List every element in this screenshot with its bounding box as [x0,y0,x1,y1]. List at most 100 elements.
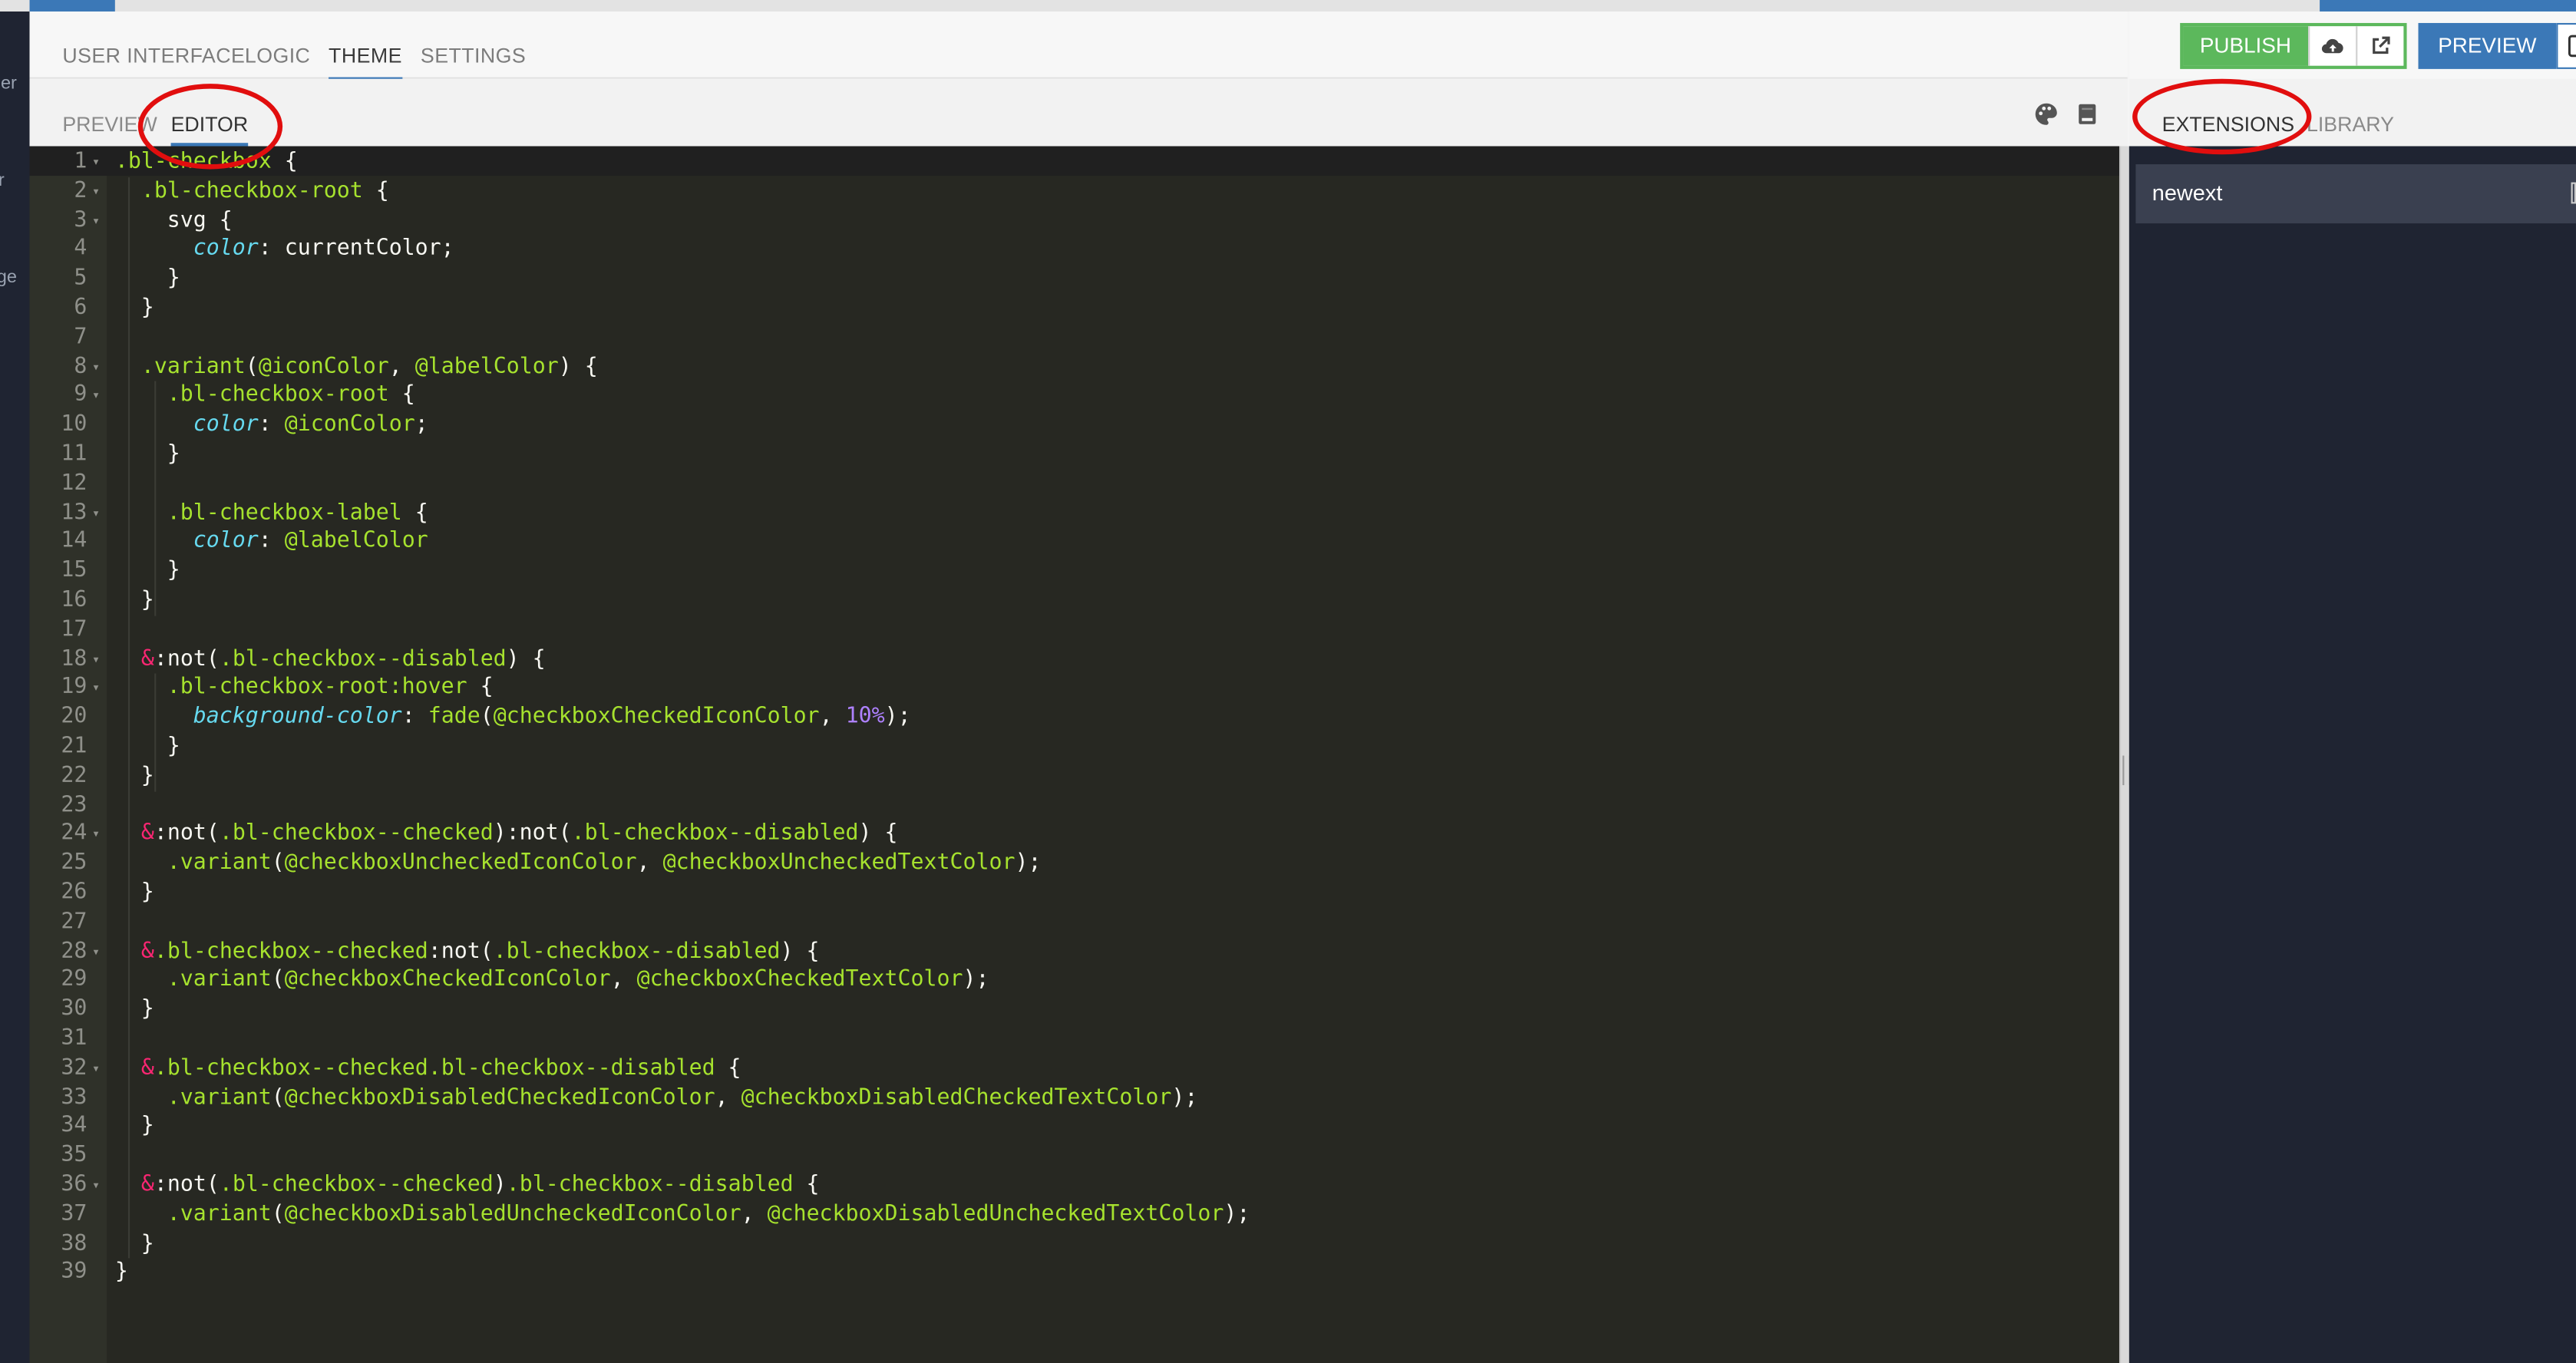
code-line[interactable]: 15 } [30,557,2119,586]
tab-extensions[interactable]: EXTENSIONS [2162,114,2294,137]
subtab-editor[interactable]: EDITOR [170,114,249,147]
publish-button[interactable]: PUBLISH [2183,26,2308,66]
subtab-preview[interactable]: PREVIEW [62,114,157,137]
code-line[interactable]: 24 ▾ &:not(.bl-checkbox--checked):not(.bl… [30,820,2119,850]
line-number: 37 [61,1202,88,1227]
tab-user-interface[interactable]: USER INTERFACE [62,45,245,68]
mobile-device-icon[interactable] [2556,22,2576,69]
extensions-panel [2129,146,2576,1363]
fold-toggle-icon[interactable]: ▾ [92,381,100,411]
code-text: .variant(@iconColor, @labelColor) { [140,354,598,379]
code-editor[interactable]: 1 ▾ .bl-checkbox {2 ▾ .bl-checkbox-root {3 ▾… [29,146,2119,1363]
code-line[interactable]: 2 ▾ .bl-checkbox-root { [30,177,2119,206]
preview-button[interactable]: PREVIEW [2418,22,2557,69]
code-line[interactable]: 19 ▾ .bl-checkbox-root:hover { [30,674,2119,703]
code-line[interactable]: 25 .variant(@checkboxUncheckedIconColor,… [30,850,2119,879]
code-text: .bl-checkbox { [114,149,298,174]
app-root: ler r ge USER INTERFACE LOGIC THEME SETT… [0,0,2576,1363]
line-number: 24 [61,821,88,847]
fold-toggle-icon[interactable]: ▾ [92,177,100,206]
line-number: 9 [74,383,88,408]
line-number: 4 [74,237,88,262]
code-line[interactable]: 26 } [30,879,2119,908]
code-line[interactable]: 39} [30,1259,2119,1288]
palette-icon[interactable] [2034,102,2059,127]
fold-toggle-icon[interactable]: ▾ [92,937,100,966]
fold-toggle-icon[interactable]: ▾ [92,645,100,674]
code-text: } [114,1114,154,1140]
sidebar-fragment[interactable]: ler [0,74,17,94]
code-line[interactable]: 36 ▾ &:not(.bl-checkbox--checked).bl-chec… [30,1171,2119,1200]
code-line[interactable]: 18 ▾ &:not(.bl-checkbox--disabled) { [30,645,2119,674]
code-line[interactable]: 38 } [30,1229,2119,1259]
extension-item-handle-icon[interactable] [2571,182,2576,204]
fold-toggle-icon[interactable]: ▾ [92,1054,100,1084]
code-line[interactable]: 17 [30,615,2119,645]
fold-toggle-icon[interactable]: ▾ [92,352,100,381]
code-text: svg { [114,207,233,233]
cloud-upload-icon[interactable] [2307,26,2356,66]
code-line[interactable]: 3 ▾ svg { [30,206,2119,236]
tab-settings[interactable]: SETTINGS [421,45,526,68]
line-number: 6 [74,295,88,321]
line-number: 26 [61,880,88,906]
external-link-icon[interactable] [2355,26,2403,66]
code-line[interactable]: 20 background-color: fade(@checkboxCheck… [30,703,2119,732]
code-line[interactable]: 12 [30,470,2119,499]
code-line[interactable]: 13 ▾ .bl-checkbox-label { [30,499,2119,528]
code-line[interactable]: 21 } [30,733,2119,762]
tab-logic[interactable]: LOGIC [245,45,310,68]
fold-toggle-icon[interactable]: ▾ [92,820,100,850]
tab-library[interactable]: LIBRARY [2307,114,2394,137]
book-icon[interactable] [2075,102,2099,127]
code-line[interactable]: 9 ▾ .bl-checkbox-root { [30,381,2119,411]
fold-toggle-icon[interactable]: ▾ [92,206,100,236]
line-number: 15 [61,559,88,584]
fold-toggle-icon[interactable]: ▾ [92,148,100,177]
code-line[interactable]: 34 } [30,1113,2119,1142]
fold-toggle-icon[interactable]: ▾ [92,1171,100,1200]
code-line[interactable]: 10 color: @iconColor; [30,411,2119,440]
code-line[interactable]: 6 } [30,294,2119,323]
extension-item[interactable]: newext [2135,164,2576,224]
code-line[interactable]: 11 } [30,441,2119,470]
code-text: } [114,763,154,788]
code-text: .variant(@checkboxCheckedIconColor, @che… [167,968,989,993]
sidebar-fragment[interactable]: r [0,171,5,191]
code-text: .variant(@checkboxDisabledCheckedIconCol… [167,1084,1198,1110]
code-line[interactable]: 14 color: @labelColor [30,528,2119,557]
code-line[interactable]: 28 ▾ &.bl-checkbox--checked:not(.bl-check… [30,937,2119,966]
code-line[interactable]: 33 .variant(@checkboxDisabledCheckedIcon… [30,1084,2119,1113]
code-line[interactable]: 29 .variant(@checkboxCheckedIconColor, @… [30,966,2119,995]
code-text: color: @labelColor [193,530,428,555]
line-number: 39 [61,1260,88,1285]
code-text: .bl-checkbox-root { [140,178,389,203]
line-number: 18 [61,646,88,672]
code-line[interactable]: 35 [30,1142,2119,1171]
code-line[interactable]: 22 } [30,762,2119,791]
code-line[interactable]: 32 ▾ &.bl-checkbox--checked.bl-checkbox--… [30,1054,2119,1084]
tab-theme[interactable]: THEME [329,45,402,81]
code-text: .bl-checkbox-root { [167,383,415,408]
code-text: } [114,441,180,467]
code-text: .variant(@checkboxUncheckedIconColor, @c… [167,851,1042,876]
main-nav: USER INTERFACE LOGIC THEME SETTINGS [29,11,2128,81]
line-number: 2 [74,178,88,203]
code-line[interactable]: 37 .variant(@checkboxDisabledUncheckedIc… [30,1200,2119,1229]
fold-toggle-icon[interactable]: ▾ [92,674,100,703]
code-line[interactable]: 31 [30,1025,2119,1054]
code-line[interactable]: 8 ▾ .variant(@iconColor, @labelColor) { [30,352,2119,381]
sidebar-fragment[interactable]: ge [0,268,17,288]
code-line[interactable]: 27 [30,908,2119,937]
code-line[interactable]: 1 ▾ .bl-checkbox { [30,148,2119,177]
code-line[interactable]: 7 [30,323,2119,352]
code-line[interactable]: 30 } [30,995,2119,1025]
code-line[interactable]: 16 } [30,586,2119,615]
code-text: &:not(.bl-checkbox--checked):not(.bl-che… [140,821,898,847]
code-line[interactable]: 5 } [30,265,2119,294]
code-line[interactable]: 4 color: currentColor; [30,236,2119,265]
fold-toggle-icon[interactable]: ▾ [92,499,100,528]
line-number: 28 [61,939,88,964]
line-number: 27 [61,909,88,935]
code-line[interactable]: 23 [30,791,2119,820]
